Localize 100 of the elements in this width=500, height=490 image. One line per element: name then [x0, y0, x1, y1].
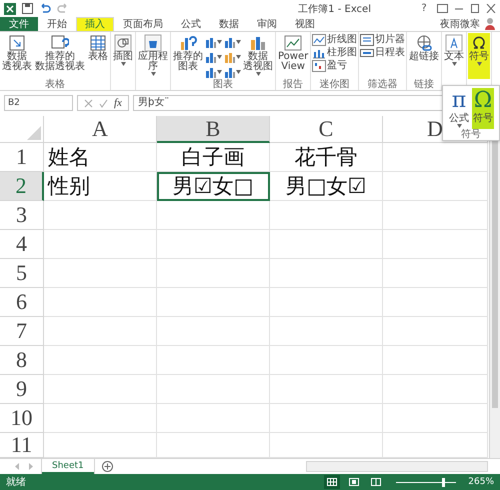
- maximize-icon[interactable]: [470, 4, 480, 13]
- table-cell[interactable]: [157, 375, 270, 404]
- table-cell[interactable]: 性别: [44, 172, 157, 201]
- table-cell[interactable]: 男□女☑: [270, 172, 383, 201]
- table-cell[interactable]: [44, 404, 157, 433]
- row-header[interactable]: 8: [0, 346, 44, 375]
- table-cell[interactable]: [270, 404, 383, 433]
- name-box[interactable]: B2: [4, 95, 73, 111]
- ribbon-button[interactable]: Power View: [277, 33, 310, 79]
- add-sheet-icon[interactable]: [102, 461, 113, 472]
- table-cell[interactable]: [383, 404, 488, 433]
- row-header[interactable]: 1: [0, 143, 44, 172]
- ribbon-button[interactable]: 文本: [443, 33, 466, 79]
- row-header[interactable]: 5: [0, 259, 44, 288]
- ribbon-tab[interactable]: 审阅: [248, 17, 286, 31]
- table-cell[interactable]: [44, 346, 157, 375]
- chart-type-button[interactable]: [224, 35, 241, 49]
- table-cell[interactable]: [157, 433, 270, 458]
- table-cell[interactable]: [383, 143, 488, 172]
- table-cell[interactable]: [157, 288, 270, 317]
- ribbon-button[interactable]: 插图: [112, 33, 134, 79]
- row-header[interactable]: 3: [0, 201, 44, 230]
- table-cell[interactable]: [44, 317, 157, 346]
- close-icon[interactable]: [486, 4, 496, 13]
- ribbon-button[interactable]: 推荐的 图表: [172, 33, 204, 79]
- table-cell[interactable]: [270, 433, 383, 458]
- table-cell[interactable]: [270, 288, 383, 317]
- table-cell[interactable]: 姓名: [44, 143, 157, 172]
- table-cell[interactable]: [270, 375, 383, 404]
- horizontal-scrollbar[interactable]: [306, 461, 488, 472]
- zoom-thumb[interactable]: [442, 478, 446, 486]
- excel-logo-icon[interactable]: [4, 2, 16, 14]
- table-cell[interactable]: [383, 288, 488, 317]
- table-cell[interactable]: [270, 346, 383, 375]
- row-header[interactable]: 6: [0, 288, 44, 317]
- ribbon-button[interactable]: 数据 透视表: [1, 33, 33, 79]
- redo-icon[interactable]: [57, 3, 69, 14]
- ribbon-button[interactable]: 日程表: [360, 47, 406, 59]
- zoom-level[interactable]: 265%: [468, 477, 494, 487]
- table-cell[interactable]: [383, 201, 488, 230]
- ribbon-tab[interactable]: 数据: [210, 17, 248, 31]
- table-cell[interactable]: [44, 230, 157, 259]
- table-cell[interactable]: [383, 346, 488, 375]
- row-header[interactable]: 7: [0, 317, 44, 346]
- help-button[interactable]: ?: [417, 2, 431, 16]
- cancel-icon[interactable]: [84, 98, 93, 108]
- table-cell[interactable]: 白子画: [157, 143, 270, 172]
- table-cell[interactable]: [44, 375, 157, 404]
- table-cell[interactable]: [157, 230, 270, 259]
- table-cell[interactable]: [383, 172, 488, 201]
- row-header[interactable]: 11: [0, 433, 44, 458]
- check-icon[interactable]: [99, 98, 108, 108]
- ribbon-button[interactable]: 切片器: [360, 34, 406, 46]
- ribbon-button[interactable]: 超链接: [408, 33, 440, 79]
- table-cell[interactable]: [383, 230, 488, 259]
- table-cell[interactable]: [44, 201, 157, 230]
- table-cell[interactable]: [157, 317, 270, 346]
- avatar-icon[interactable]: [484, 17, 496, 30]
- ribbon-button[interactable]: 折线图: [312, 34, 358, 46]
- ribbon-display-icon[interactable]: [437, 4, 448, 13]
- ribbon-button[interactable]: 表格: [87, 33, 109, 79]
- undo-icon[interactable]: [39, 3, 51, 14]
- table-cell[interactable]: 花千骨: [270, 143, 383, 172]
- row-header[interactable]: 10: [0, 404, 44, 433]
- ribbon-tab[interactable]: 页面布局: [114, 17, 172, 31]
- ribbon-button[interactable]: 符号: [468, 33, 490, 79]
- table-cell[interactable]: [44, 259, 157, 288]
- user-name[interactable]: 夜雨微寒: [440, 17, 480, 31]
- ribbon-tab[interactable]: 公式: [172, 17, 210, 31]
- ribbon-button[interactable]: 应用程 序: [137, 33, 169, 79]
- table-cell[interactable]: [157, 259, 270, 288]
- scroll-right-icon[interactable]: [28, 463, 34, 470]
- row-header[interactable]: 2: [0, 172, 44, 201]
- ribbon-button[interactable]: 推荐的 数据透视表: [34, 33, 86, 79]
- ribbon-button[interactable]: Ω 符号: [472, 88, 494, 129]
- ribbon-button[interactable]: 数据 透视图: [242, 33, 274, 79]
- select-all-icon[interactable]: [27, 126, 41, 140]
- ribbon-button[interactable]: 盈亏: [312, 60, 358, 72]
- column-header[interactable]: C: [270, 116, 383, 143]
- view-button[interactable]: [324, 475, 340, 489]
- table-cell[interactable]: [383, 317, 488, 346]
- ribbon-tab[interactable]: 插入: [76, 17, 114, 31]
- insert-function-button[interactable]: fx: [114, 97, 122, 109]
- column-header[interactable]: B: [157, 116, 270, 143]
- table-cell[interactable]: [383, 259, 488, 288]
- chart-type-button[interactable]: [224, 50, 241, 64]
- table-cell[interactable]: [270, 230, 383, 259]
- table-cell[interactable]: [383, 433, 488, 458]
- table-cell[interactable]: [44, 288, 157, 317]
- table-cell[interactable]: [383, 375, 488, 404]
- column-header[interactable]: A: [44, 116, 157, 143]
- ribbon-tab[interactable]: 视图: [286, 17, 324, 31]
- ribbon-tab[interactable]: 文件: [0, 17, 38, 31]
- table-cell[interactable]: [157, 404, 270, 433]
- chart-type-button[interactable]: [205, 50, 222, 64]
- table-cell[interactable]: 男☑女□: [157, 172, 270, 201]
- table-cell[interactable]: [157, 201, 270, 230]
- row-header[interactable]: 9: [0, 375, 44, 404]
- row-header[interactable]: 4: [0, 230, 44, 259]
- chart-type-button[interactable]: [205, 65, 222, 79]
